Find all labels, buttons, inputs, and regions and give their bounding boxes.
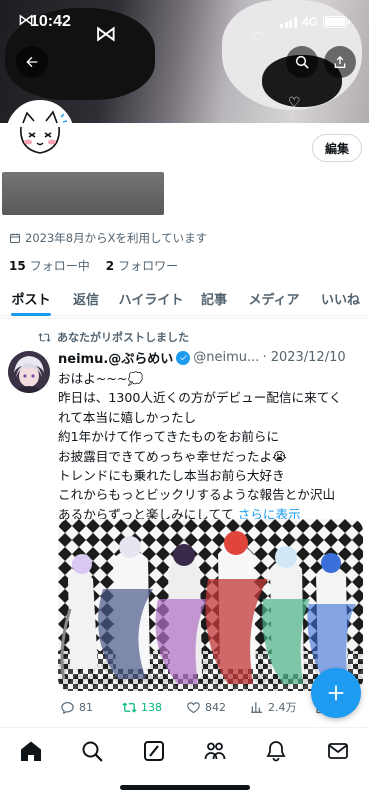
- tweet[interactable]: あなたがリポストしました neimu.@ぷらめい @neimu... · 202…: [0, 318, 369, 725]
- home-icon: [21, 741, 41, 761]
- calendar-icon: [10, 233, 20, 243]
- communities-icon: [204, 742, 226, 760]
- nav-grok[interactable]: [141, 738, 167, 764]
- cat-avatar-icon: [9, 103, 71, 165]
- join-date-text: 2023年8月からXを利用しています: [25, 231, 208, 245]
- bell-icon: [266, 741, 286, 762]
- following-link[interactable]: 15 フォロー中: [9, 257, 90, 274]
- compose-button[interactable]: [311, 668, 361, 718]
- tab-posts[interactable]: ポスト: [0, 280, 62, 316]
- tab-media[interactable]: メディア: [236, 280, 312, 316]
- reply-button[interactable]: 81: [60, 699, 122, 715]
- character-group-image: [58, 519, 363, 691]
- tweet-header: neimu.@ぷらめい @neimu... · 2023/12/10: [58, 348, 366, 367]
- profile-avatar[interactable]: [6, 100, 74, 168]
- views-count: 2.4万: [268, 701, 297, 714]
- author-avatar-image: [8, 351, 50, 393]
- repost-icon: [38, 332, 51, 342]
- followers-link[interactable]: 2 フォロワー: [106, 257, 178, 274]
- banner-heart-icon: ♡: [288, 95, 301, 111]
- tweet-date: · 2023/12/10: [262, 350, 346, 365]
- retweet-button[interactable]: 138: [122, 699, 186, 715]
- tweet-image[interactable]: [58, 519, 363, 691]
- repost-icon: [122, 701, 137, 713]
- tweet-author-avatar[interactable]: [8, 351, 50, 393]
- tweet-text: おはよ~~~💭 昨日は、1300人近くの方がデビュー配信に来てく れて本当に嬉し…: [58, 369, 363, 524]
- tweet-line: れて本当に嬉しかったし: [58, 409, 197, 425]
- tweet-line: トレンドにも乗れたし本当お前ら大好き: [58, 468, 285, 484]
- search-icon: [82, 741, 103, 762]
- reply-icon: [61, 701, 74, 714]
- reply-count: 81: [79, 700, 93, 714]
- like-count: 842: [205, 700, 226, 714]
- plus-icon: [328, 685, 344, 701]
- profile-tabs: ポスト 返信 ハイライト 記事 メディア いいね: [0, 280, 369, 316]
- tweet-line: 約1年かけて作ってきたものをお前らに: [58, 429, 280, 445]
- search-button[interactable]: [286, 46, 318, 78]
- views-button[interactable]: 2.4万: [250, 699, 314, 715]
- followers-count: 2: [105, 259, 115, 273]
- home-indicator: [120, 785, 250, 790]
- like-button[interactable]: 842: [186, 699, 250, 715]
- network-type: 4G: [301, 15, 318, 29]
- retweet-count: 138: [141, 700, 162, 714]
- share-icon: [334, 56, 346, 68]
- search-icon: [295, 55, 309, 69]
- tab-label: メディア: [248, 292, 300, 308]
- nav-search[interactable]: [79, 738, 105, 764]
- tab-label: 返信: [72, 292, 99, 308]
- tab-label: ハイライト: [118, 292, 184, 308]
- join-date: 2023年8月からXを利用しています: [9, 230, 207, 246]
- following-count: 15: [9, 259, 26, 273]
- follow-stats: 15 フォロー中 2 フォロワー: [9, 257, 178, 274]
- heart-icon: [187, 701, 200, 713]
- arrow-left-icon: [26, 56, 38, 68]
- nav-home[interactable]: [18, 738, 44, 764]
- tweet-line: おはよ~~~💭: [58, 371, 144, 386]
- tab-label: いいね: [320, 292, 360, 308]
- tab-replies[interactable]: 返信: [62, 280, 110, 316]
- repost-indicator: あなたがリポストしました: [38, 329, 189, 345]
- tweet-line: お披露目できてめっちゃ幸せだったよ😭: [58, 448, 287, 464]
- views-chart-icon: [251, 702, 263, 713]
- tab-label: 記事: [200, 292, 227, 308]
- signal-icon: [280, 16, 297, 28]
- author-handle[interactable]: @neimu...: [193, 350, 259, 365]
- verified-badge-icon: [176, 350, 191, 365]
- followers-label: フォロワー: [118, 259, 179, 273]
- tab-likes[interactable]: いいね: [312, 280, 369, 316]
- status-time: 10:42: [30, 13, 71, 30]
- tweet-line: 昨日は、1300人近くの方がデビュー配信に来てく: [58, 390, 342, 406]
- share-button[interactable]: [324, 46, 356, 78]
- nav-messages[interactable]: [325, 738, 351, 764]
- display-name-redacted: [2, 172, 164, 215]
- battery-icon: [323, 16, 350, 28]
- tweet-line: これからもっとビックリするような報告とか沢山: [58, 487, 336, 503]
- tab-highlights[interactable]: ハイライト: [110, 280, 192, 316]
- status-indicators: 4G: [280, 15, 350, 29]
- mail-icon: [328, 743, 348, 759]
- nav-notifications[interactable]: [263, 738, 289, 764]
- tab-label: ポスト: [11, 292, 51, 308]
- edit-profile-button[interactable]: 編集: [312, 134, 362, 162]
- repost-label: あなたがリポストしました: [57, 331, 189, 344]
- author-name[interactable]: neimu.@ぷらめい: [58, 348, 173, 367]
- tab-articles[interactable]: 記事: [192, 280, 236, 316]
- grok-icon: [144, 741, 164, 761]
- back-button[interactable]: [16, 46, 48, 78]
- following-label: フォロー中: [29, 259, 90, 273]
- status-bar: 10:42 4G: [0, 0, 369, 44]
- nav-communities[interactable]: [202, 738, 228, 764]
